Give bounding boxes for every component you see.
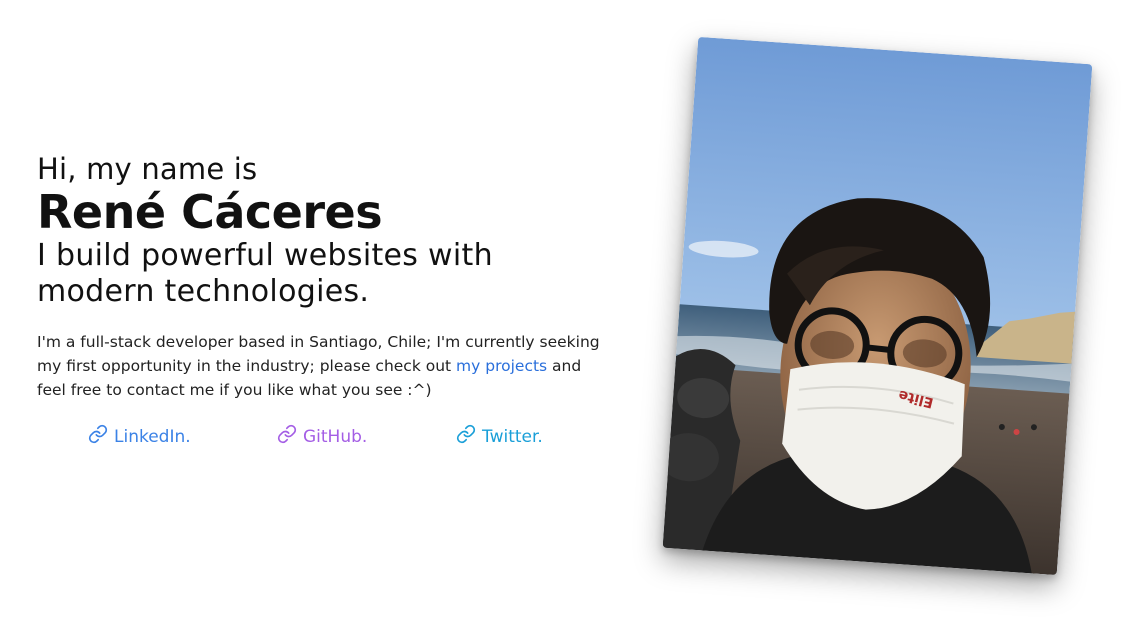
profile-photo-image: Elite [662,36,1093,576]
greeting-text: Hi, my name is [37,152,258,186]
linkedin-link[interactable]: LinkedIn. [88,424,191,449]
tagline-text: I build powerful websites with modern te… [37,238,493,309]
link-icon [277,424,297,449]
author-name: René Cáceres [37,185,383,239]
hero-intro: Hi, my name is René Cáceres I build powe… [37,152,617,418]
my-projects-link[interactable]: my projects [456,357,547,375]
social-links: LinkedIn. GitHub. Twitter. [0,424,640,450]
link-icon [88,424,108,449]
github-label: GitHub. [303,426,368,447]
page: Hi, my name is René Cáceres I build powe… [0,0,1128,640]
github-link[interactable]: GitHub. [277,424,367,449]
twitter-label: Twitter. [482,426,543,447]
link-icon [456,424,476,449]
profile-photo: Elite [662,36,1093,576]
linkedin-label: LinkedIn. [114,426,191,447]
twitter-link[interactable]: Twitter. [456,424,543,449]
bio-paragraph: I'm a full-stack developer based in Sant… [37,330,607,402]
